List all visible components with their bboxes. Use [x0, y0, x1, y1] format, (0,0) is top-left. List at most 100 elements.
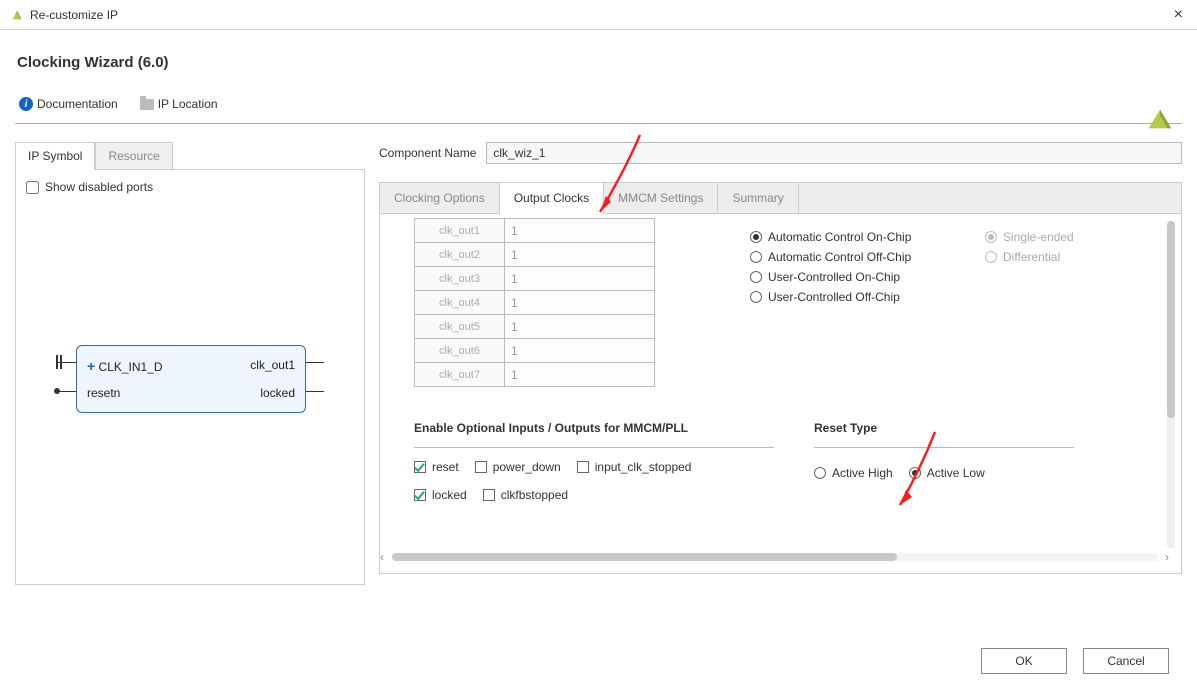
- check-power-down[interactable]: power_down: [475, 460, 561, 474]
- checkbox-icon: [577, 461, 589, 473]
- documentation-link[interactable]: i Documentation: [19, 97, 118, 111]
- port-resetn: resetn: [87, 386, 120, 400]
- vendor-logo-icon: [1145, 104, 1175, 134]
- cell-clk-val[interactable]: 1: [505, 316, 654, 338]
- port-locked-label: locked: [260, 386, 295, 400]
- cell-clk-name: clk_out6: [415, 339, 505, 363]
- scroll-left-icon[interactable]: ‹: [380, 550, 384, 564]
- enable-section-title: Enable Optional Inputs / Outputs for MMC…: [414, 421, 774, 435]
- title-bar: Re-customize IP ×: [0, 0, 1197, 30]
- check-locked[interactable]: locked: [414, 488, 467, 502]
- radio-label: Automatic Control Off-Chip: [768, 250, 911, 264]
- pin-dot: [54, 388, 60, 394]
- cell-clk-val[interactable]: 1: [505, 364, 654, 386]
- radio-icon: [909, 467, 921, 479]
- component-name-input[interactable]: [486, 142, 1182, 164]
- port-clk-in-label: CLK_IN1_D: [99, 360, 163, 374]
- cell-clk-name: clk_out5: [415, 315, 505, 339]
- cell-clk-val[interactable]: 1: [505, 292, 654, 314]
- radio-active-low[interactable]: Active Low: [909, 466, 985, 480]
- tab-clocking-options[interactable]: Clocking Options: [380, 183, 500, 213]
- clock-output-table: clk_out11 clk_out21 clk_out31 clk_out41 …: [414, 218, 655, 387]
- reset-type-title: Reset Type: [814, 421, 1074, 435]
- radio-active-high[interactable]: Active High: [814, 466, 893, 480]
- wire: [306, 362, 324, 363]
- ip-location-label: IP Location: [158, 97, 218, 111]
- cell-clk-val[interactable]: 1: [505, 340, 654, 362]
- table-row: clk_out61: [415, 339, 655, 363]
- radio-single-ended: Single-ended: [985, 230, 1155, 244]
- check-label: locked: [432, 488, 467, 502]
- radio-icon: [750, 231, 762, 243]
- folder-icon: [140, 99, 154, 110]
- check-label: input_clk_stopped: [595, 460, 692, 474]
- show-disabled-ports-input[interactable]: [26, 181, 39, 194]
- table-row: clk_out71: [415, 363, 655, 387]
- cell-clk-name: clk_out3: [415, 267, 505, 291]
- tab-summary[interactable]: Summary: [718, 183, 798, 213]
- cell-clk-val[interactable]: 1: [505, 244, 654, 266]
- radio-icon: [985, 231, 997, 243]
- info-icon: i: [19, 97, 33, 111]
- radio-label: Automatic Control On-Chip: [768, 230, 911, 244]
- tab-mmcm-settings[interactable]: MMCM Settings: [604, 183, 718, 213]
- tab-output-clocks[interactable]: Output Clocks: [500, 183, 604, 214]
- port-locked: locked: [260, 386, 295, 400]
- divider: [414, 447, 774, 448]
- radio-icon: [750, 271, 762, 283]
- radio-icon: [750, 251, 762, 263]
- toolbar: i Documentation IP Location: [15, 97, 1182, 124]
- radio-auto-off-chip[interactable]: Automatic Control Off-Chip: [750, 250, 980, 264]
- radio-auto-on-chip[interactable]: Automatic Control On-Chip: [750, 230, 980, 244]
- wire: [60, 355, 62, 369]
- scroll-right-icon[interactable]: ›: [1165, 550, 1169, 564]
- cell-clk-name: clk_out4: [415, 291, 505, 315]
- check-reset[interactable]: reset: [414, 460, 459, 474]
- radio-icon: [985, 251, 997, 263]
- tab-ip-symbol[interactable]: IP Symbol: [15, 142, 95, 170]
- component-name-label: Component Name: [379, 146, 476, 160]
- scrollbar-thumb[interactable]: [1167, 221, 1175, 418]
- radio-label: Active High: [832, 466, 893, 480]
- cell-clk-val[interactable]: 1: [505, 220, 654, 242]
- check-input-clk-stopped[interactable]: input_clk_stopped: [577, 460, 692, 474]
- check-label: reset: [432, 460, 459, 474]
- radio-user-off-chip[interactable]: User-Controlled Off-Chip: [750, 290, 980, 304]
- vertical-scrollbar[interactable]: [1167, 221, 1175, 549]
- show-disabled-ports-checkbox[interactable]: Show disabled ports: [26, 180, 354, 194]
- page-title: Clocking Wizard (6.0): [17, 54, 1182, 71]
- cancel-button[interactable]: Cancel: [1083, 648, 1169, 674]
- port-clk-in: + CLK_IN1_D: [87, 358, 163, 374]
- checkbox-icon: [414, 489, 426, 501]
- ip-symbol-block: + CLK_IN1_D resetn clk_out1 locked: [76, 345, 306, 413]
- checkbox-icon: [483, 489, 495, 501]
- check-label: clkfbstopped: [501, 488, 568, 502]
- documentation-label: Documentation: [37, 97, 118, 111]
- cell-clk-val[interactable]: 1: [505, 268, 654, 290]
- cell-clk-name: clk_out7: [415, 363, 505, 387]
- table-row: clk_out31: [415, 267, 655, 291]
- divider: [814, 447, 1074, 448]
- checkbox-icon: [475, 461, 487, 473]
- tab-resource[interactable]: Resource: [95, 142, 172, 170]
- expand-icon[interactable]: +: [87, 358, 95, 374]
- radio-label: User-Controlled On-Chip: [768, 270, 900, 284]
- port-clk-out-label: clk_out1: [250, 358, 295, 372]
- port-clk-out: clk_out1: [250, 358, 295, 372]
- check-clkfbstopped[interactable]: clkfbstopped: [483, 488, 568, 502]
- wire: [56, 355, 58, 369]
- radio-icon: [814, 467, 826, 479]
- close-icon[interactable]: ×: [1174, 6, 1183, 24]
- table-row: clk_out51: [415, 315, 655, 339]
- radio-user-on-chip[interactable]: User-Controlled On-Chip: [750, 270, 980, 284]
- window-title: Re-customize IP: [30, 8, 118, 22]
- radio-differential: Differential: [985, 250, 1155, 264]
- wire: [58, 391, 76, 392]
- ip-location-link[interactable]: IP Location: [140, 97, 218, 111]
- radio-icon: [750, 291, 762, 303]
- checkbox-icon: [414, 461, 426, 473]
- horizontal-scrollbar[interactable]: ‹ ›: [392, 553, 1157, 567]
- table-row: clk_out21: [415, 243, 655, 267]
- ok-button[interactable]: OK: [981, 648, 1067, 674]
- scrollbar-thumb[interactable]: [392, 553, 897, 561]
